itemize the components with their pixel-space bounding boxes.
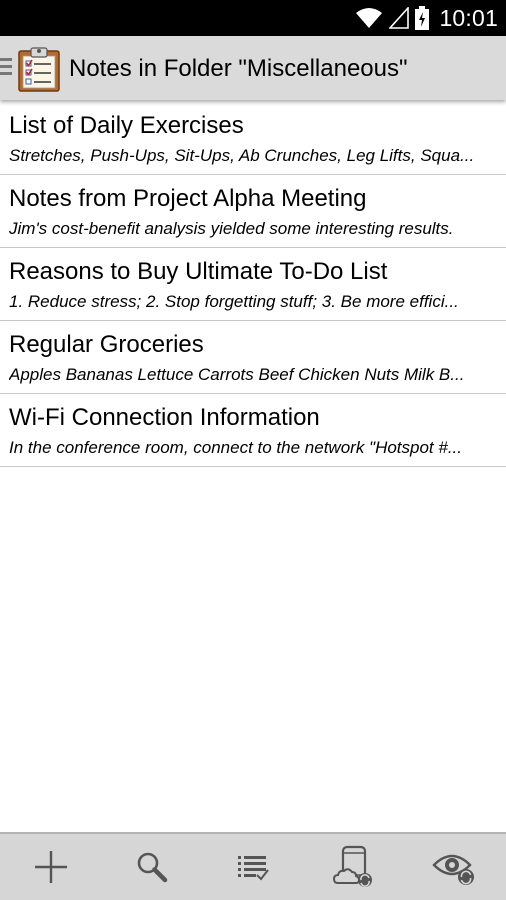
status-time: 10:01 — [439, 4, 498, 31]
battery-charging-icon — [415, 6, 430, 30]
note-preview: Apples Bananas Lettuce Carrots Beef Chic… — [9, 365, 465, 384]
note-preview: In the conference room, connect to the n… — [9, 438, 463, 457]
search-icon — [137, 852, 167, 883]
note-title: Regular Groceries — [9, 331, 204, 358]
action-bar: Notes in Folder "Miscellaneous" — [0, 36, 506, 100]
note-preview: 1. Reduce stress; 2. Stop forgetting stu… — [9, 292, 459, 311]
sort-list-button[interactable] — [202, 834, 303, 900]
visibility-sync-icon — [431, 854, 474, 885]
list-item[interactable]: Reasons to Buy Ultimate To-Do List 1. Re… — [0, 248, 506, 321]
sync-device-button[interactable] — [303, 834, 404, 900]
cell-signal-icon — [389, 7, 410, 29]
note-title: Notes from Project Alpha Meeting — [9, 185, 367, 212]
list-item[interactable]: Notes from Project Alpha Meeting Jim's c… — [0, 175, 506, 248]
list-item[interactable]: List of Daily Exercises Stretches, Push-… — [0, 102, 506, 175]
list-sort-icon — [237, 856, 269, 881]
list-item[interactable]: Regular Groceries Apples Bananas Lettuce… — [0, 321, 506, 394]
status-icons: 10:01 — [355, 0, 498, 36]
clipboard-checklist-icon[interactable] — [16, 46, 62, 92]
note-title: Wi-Fi Connection Information — [9, 404, 320, 431]
page-title: Notes in Folder "Miscellaneous" — [69, 55, 408, 82]
drawer-indicator-icon[interactable] — [0, 58, 12, 78]
add-icon — [34, 851, 67, 883]
list-item[interactable]: Wi-Fi Connection Information In the conf… — [0, 394, 506, 467]
add-note-button[interactable] — [0, 834, 101, 900]
search-button[interactable] — [101, 834, 202, 900]
sync-device-icon — [332, 845, 372, 887]
note-list: List of Daily Exercises Stretches, Push-… — [0, 102, 506, 467]
status-bar: 10:01 — [0, 0, 506, 36]
wifi-icon — [356, 8, 383, 28]
note-title: List of Daily Exercises — [9, 112, 244, 139]
bottom-toolbar — [0, 832, 506, 900]
note-preview: Stretches, Push-Ups, Sit-Ups, Ab Crunche… — [9, 146, 475, 165]
note-preview: Jim's cost-benefit analysis yielded some… — [9, 219, 454, 238]
note-title: Reasons to Buy Ultimate To-Do List — [9, 258, 388, 285]
visibility-sync-button[interactable] — [404, 834, 505, 900]
